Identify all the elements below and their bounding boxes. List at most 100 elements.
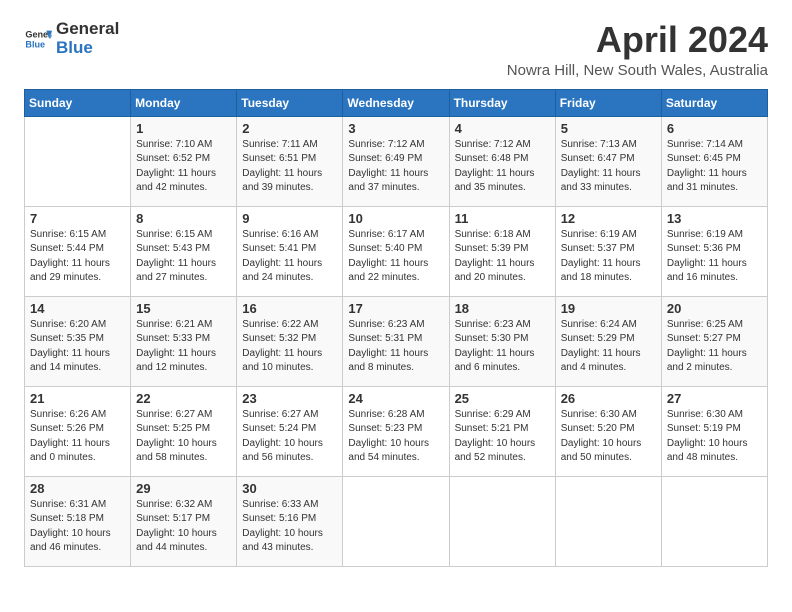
day-info: Sunrise: 6:17 AM Sunset: 5:40 PM Dayligh… bbox=[348, 228, 443, 286]
day-number: 11 bbox=[455, 211, 550, 226]
day-cell bbox=[25, 116, 131, 206]
day-info: Sunrise: 6:32 AM Sunset: 5:17 PM Dayligh… bbox=[136, 498, 231, 556]
title-area: April 2024 Nowra Hill, New South Wales, … bbox=[507, 20, 768, 79]
svg-text:Blue: Blue bbox=[25, 39, 45, 49]
day-cell: 3 Sunrise: 7:12 AM Sunset: 6:49 PM Daylig… bbox=[343, 116, 449, 206]
logo-blue-text: Blue bbox=[56, 39, 119, 58]
day-cell: 14 Sunrise: 6:20 AM Sunset: 5:35 PM Dayli… bbox=[25, 296, 131, 386]
day-number: 29 bbox=[136, 481, 231, 496]
day-number: 12 bbox=[561, 211, 656, 226]
day-info: Sunrise: 7:10 AM Sunset: 6:52 PM Dayligh… bbox=[136, 138, 231, 196]
day-info: Sunrise: 6:27 AM Sunset: 5:24 PM Dayligh… bbox=[242, 408, 337, 466]
week-row-1: 1 Sunrise: 7:10 AM Sunset: 6:52 PM Daylig… bbox=[25, 116, 768, 206]
day-info: Sunrise: 6:16 AM Sunset: 5:41 PM Dayligh… bbox=[242, 228, 337, 286]
day-cell bbox=[449, 476, 555, 566]
day-info: Sunrise: 6:20 AM Sunset: 5:35 PM Dayligh… bbox=[30, 318, 125, 376]
month-title: April 2024 bbox=[507, 20, 768, 60]
day-cell: 12 Sunrise: 6:19 AM Sunset: 5:37 PM Dayli… bbox=[555, 206, 661, 296]
day-number: 20 bbox=[667, 301, 762, 316]
day-number: 22 bbox=[136, 391, 231, 406]
day-number: 24 bbox=[348, 391, 443, 406]
day-number: 15 bbox=[136, 301, 231, 316]
day-cell: 13Sunrise: 6:19 AM Sunset: 5:36 PM Dayli… bbox=[661, 206, 767, 296]
day-number: 5 bbox=[561, 121, 656, 136]
day-cell: 25 Sunrise: 6:29 AM Sunset: 5:21 PM Dayli… bbox=[449, 386, 555, 476]
column-header-wednesday: Wednesday bbox=[343, 89, 449, 116]
day-number: 14 bbox=[30, 301, 125, 316]
day-cell: 30 Sunrise: 6:33 AM Sunset: 5:16 PM Dayli… bbox=[237, 476, 343, 566]
day-number: 6 bbox=[667, 121, 762, 136]
day-cell: 29 Sunrise: 6:32 AM Sunset: 5:17 PM Dayli… bbox=[131, 476, 237, 566]
day-cell: 10 Sunrise: 6:17 AM Sunset: 5:40 PM Dayli… bbox=[343, 206, 449, 296]
day-cell: 26 Sunrise: 6:30 AM Sunset: 5:20 PM Dayli… bbox=[555, 386, 661, 476]
day-info: Sunrise: 6:26 AM Sunset: 5:26 PM Dayligh… bbox=[30, 408, 125, 466]
day-cell bbox=[661, 476, 767, 566]
day-number: 3 bbox=[348, 121, 443, 136]
column-header-tuesday: Tuesday bbox=[237, 89, 343, 116]
day-info: Sunrise: 6:30 AM Sunset: 5:20 PM Dayligh… bbox=[561, 408, 656, 466]
day-info: Sunrise: 6:22 AM Sunset: 5:32 PM Dayligh… bbox=[242, 318, 337, 376]
week-row-4: 21 Sunrise: 6:26 AM Sunset: 5:26 PM Dayli… bbox=[25, 386, 768, 476]
day-info: Sunrise: 7:14 AM Sunset: 6:45 PM Dayligh… bbox=[667, 138, 762, 196]
day-cell: 28Sunrise: 6:31 AM Sunset: 5:18 PM Dayli… bbox=[25, 476, 131, 566]
day-cell: 5 Sunrise: 7:13 AM Sunset: 6:47 PM Daylig… bbox=[555, 116, 661, 206]
header-row: SundayMondayTuesdayWednesdayThursdayFrid… bbox=[25, 89, 768, 116]
day-cell: 2Sunrise: 7:11 AM Sunset: 6:51 PM Daylig… bbox=[237, 116, 343, 206]
day-info: Sunrise: 7:13 AM Sunset: 6:47 PM Dayligh… bbox=[561, 138, 656, 196]
day-number: 21 bbox=[30, 391, 125, 406]
day-info: Sunrise: 6:23 AM Sunset: 5:31 PM Dayligh… bbox=[348, 318, 443, 376]
day-info: Sunrise: 6:23 AM Sunset: 5:30 PM Dayligh… bbox=[455, 318, 550, 376]
day-info: Sunrise: 6:24 AM Sunset: 5:29 PM Dayligh… bbox=[561, 318, 656, 376]
day-info: Sunrise: 6:15 AM Sunset: 5:43 PM Dayligh… bbox=[136, 228, 231, 286]
day-number: 28 bbox=[30, 481, 125, 496]
day-info: Sunrise: 6:25 AM Sunset: 5:27 PM Dayligh… bbox=[667, 318, 762, 376]
day-cell: 11 Sunrise: 6:18 AM Sunset: 5:39 PM Dayli… bbox=[449, 206, 555, 296]
day-cell: 18 Sunrise: 6:23 AM Sunset: 5:30 PM Dayli… bbox=[449, 296, 555, 386]
day-number: 30 bbox=[242, 481, 337, 496]
week-row-5: 28Sunrise: 6:31 AM Sunset: 5:18 PM Dayli… bbox=[25, 476, 768, 566]
day-number: 4 bbox=[455, 121, 550, 136]
day-info: Sunrise: 6:33 AM Sunset: 5:16 PM Dayligh… bbox=[242, 498, 337, 556]
day-number: 10 bbox=[348, 211, 443, 226]
logo: General Blue General Blue bbox=[24, 20, 119, 57]
day-cell: 24 Sunrise: 6:28 AM Sunset: 5:23 PM Dayli… bbox=[343, 386, 449, 476]
day-info: Sunrise: 6:28 AM Sunset: 5:23 PM Dayligh… bbox=[348, 408, 443, 466]
day-cell: 15Sunrise: 6:21 AM Sunset: 5:33 PM Dayli… bbox=[131, 296, 237, 386]
day-cell: 23Sunrise: 6:27 AM Sunset: 5:24 PM Dayli… bbox=[237, 386, 343, 476]
calendar-header: SundayMondayTuesdayWednesdayThursdayFrid… bbox=[25, 89, 768, 116]
column-header-monday: Monday bbox=[131, 89, 237, 116]
day-cell: 22Sunrise: 6:27 AM Sunset: 5:25 PM Dayli… bbox=[131, 386, 237, 476]
day-number: 1 bbox=[136, 121, 231, 136]
day-info: Sunrise: 6:15 AM Sunset: 5:44 PM Dayligh… bbox=[30, 228, 125, 286]
day-cell: 17 Sunrise: 6:23 AM Sunset: 5:31 PM Dayli… bbox=[343, 296, 449, 386]
day-cell: 8 Sunrise: 6:15 AM Sunset: 5:43 PM Daylig… bbox=[131, 206, 237, 296]
day-info: Sunrise: 6:19 AM Sunset: 5:37 PM Dayligh… bbox=[561, 228, 656, 286]
calendar-table: SundayMondayTuesdayWednesdayThursdayFrid… bbox=[24, 89, 768, 567]
day-cell: 6 Sunrise: 7:14 AM Sunset: 6:45 PM Daylig… bbox=[661, 116, 767, 206]
day-info: Sunrise: 7:12 AM Sunset: 6:49 PM Dayligh… bbox=[348, 138, 443, 196]
day-number: 16 bbox=[242, 301, 337, 316]
day-number: 25 bbox=[455, 391, 550, 406]
day-cell: 16 Sunrise: 6:22 AM Sunset: 5:32 PM Dayli… bbox=[237, 296, 343, 386]
day-number: 26 bbox=[561, 391, 656, 406]
logo-general-text: General bbox=[56, 20, 119, 39]
day-number: 17 bbox=[348, 301, 443, 316]
day-number: 7 bbox=[30, 211, 125, 226]
day-number: 8 bbox=[136, 211, 231, 226]
day-cell: 21 Sunrise: 6:26 AM Sunset: 5:26 PM Dayli… bbox=[25, 386, 131, 476]
day-cell bbox=[343, 476, 449, 566]
column-header-friday: Friday bbox=[555, 89, 661, 116]
day-cell: 4 Sunrise: 7:12 AM Sunset: 6:48 PM Daylig… bbox=[449, 116, 555, 206]
logo-icon: General Blue bbox=[24, 25, 52, 53]
column-header-thursday: Thursday bbox=[449, 89, 555, 116]
day-info: Sunrise: 6:30 AM Sunset: 5:19 PM Dayligh… bbox=[667, 408, 762, 466]
day-cell bbox=[555, 476, 661, 566]
day-number: 18 bbox=[455, 301, 550, 316]
week-row-2: 7 Sunrise: 6:15 AM Sunset: 5:44 PM Daylig… bbox=[25, 206, 768, 296]
day-info: Sunrise: 7:11 AM Sunset: 6:51 PM Dayligh… bbox=[242, 138, 337, 196]
day-info: Sunrise: 7:12 AM Sunset: 6:48 PM Dayligh… bbox=[455, 138, 550, 196]
day-info: Sunrise: 6:18 AM Sunset: 5:39 PM Dayligh… bbox=[455, 228, 550, 286]
day-cell: 20 Sunrise: 6:25 AM Sunset: 5:27 PM Dayli… bbox=[661, 296, 767, 386]
day-info: Sunrise: 6:29 AM Sunset: 5:21 PM Dayligh… bbox=[455, 408, 550, 466]
header: General Blue General Blue April 2024 Now… bbox=[24, 20, 768, 79]
